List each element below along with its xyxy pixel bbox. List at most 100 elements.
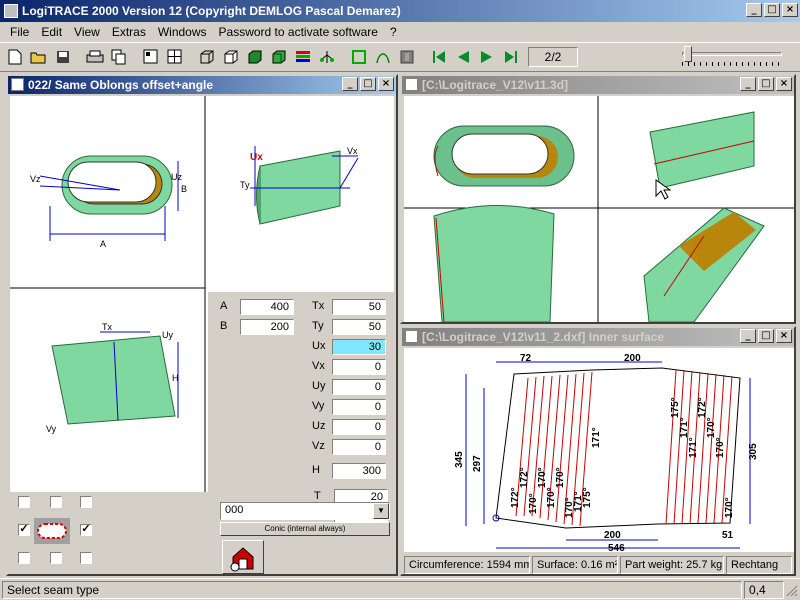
- menu-password[interactable]: Password to activate software: [213, 25, 384, 39]
- box-wire-icon[interactable]: [196, 46, 218, 68]
- seam-check-bottom-mid[interactable]: [50, 552, 62, 564]
- param-panel: A 400 B 200 Tx 50 Ty 50 Ux 30 Vx 0 Uy 0 …: [208, 292, 394, 492]
- front-label-a: A: [100, 239, 106, 249]
- dim-right: 305: [748, 443, 759, 460]
- top-label-h: H: [172, 373, 179, 383]
- top-label-uy: Uy: [162, 330, 173, 340]
- development-canvas: 72 200 200 51 546 345 297 305 172°172°17…: [454, 353, 759, 554]
- cube-green-icon[interactable]: [268, 46, 290, 68]
- minimize-button[interactable]: _: [746, 3, 762, 17]
- tree-icon[interactable]: [316, 46, 338, 68]
- 3d-view-side: [649, 111, 755, 200]
- type-combo[interactable]: 000 ▼: [220, 502, 390, 520]
- gray-box-icon[interactable]: [396, 46, 418, 68]
- left-minimize-button[interactable]: _: [342, 77, 358, 91]
- menu-extras[interactable]: Extras: [106, 25, 152, 39]
- left-maximize-button[interactable]: □: [360, 77, 376, 91]
- first-page-icon[interactable]: [428, 46, 450, 68]
- new-icon[interactable]: [4, 46, 26, 68]
- house-tool-icon[interactable]: [222, 540, 264, 574]
- box-solid-icon[interactable]: [220, 46, 242, 68]
- menu-file[interactable]: File: [4, 25, 35, 39]
- seam-check-top-mid[interactable]: [50, 496, 62, 508]
- param-tx-field[interactable]: 50: [332, 299, 386, 315]
- chevron-down-icon[interactable]: ▼: [373, 503, 389, 519]
- view-single-icon[interactable]: [140, 46, 162, 68]
- palette-icon[interactable]: [292, 46, 314, 68]
- bottom-right-window-title: [C:\Logitrace_V12\v11_2.dxf] Inner surfa…: [422, 330, 665, 344]
- param-uz-field[interactable]: 0: [332, 419, 386, 435]
- top-right-window-titlebar: [C:\Logitrace_V12\v11.3d] _ □ ×: [402, 76, 794, 94]
- resize-grip-icon[interactable]: [786, 585, 798, 597]
- top-right-window: [C:\Logitrace_V12\v11.3d] _ □ ×: [400, 74, 796, 324]
- angle-label-left: 170°: [537, 467, 548, 488]
- seam-check-top-right[interactable]: [80, 496, 92, 508]
- menu-windows[interactable]: Windows: [152, 25, 213, 39]
- angle-label-right: 175°: [670, 397, 681, 418]
- app-title: LogiTRACE 2000 Version 12 (Copyright DEM…: [22, 4, 401, 18]
- seam-check-mid-right[interactable]: ✓: [80, 524, 92, 536]
- copy-icon[interactable]: [108, 46, 130, 68]
- zoom-slider-thumb[interactable]: [684, 46, 692, 62]
- dim-bottom-total: 546: [608, 543, 625, 552]
- bottom-right-window: [C:\Logitrace_V12\v11_2.dxf] Inner surfa…: [400, 326, 796, 576]
- conic-button[interactable]: Conic (internal always): [220, 522, 390, 536]
- dim-top-1: 72: [520, 353, 532, 364]
- curve-icon[interactable]: [372, 46, 394, 68]
- side-view: Ux Vx Ty: [240, 146, 359, 225]
- next-page-icon[interactable]: [476, 46, 498, 68]
- menu-edit[interactable]: Edit: [35, 25, 68, 39]
- prev-page-icon[interactable]: [452, 46, 474, 68]
- seam-check-bottom-left[interactable]: [18, 552, 30, 564]
- angle-label-left: 170°: [528, 493, 539, 514]
- left-close-button[interactable]: ×: [378, 77, 394, 91]
- zoom-slider[interactable]: [682, 46, 782, 66]
- dim-left-1: 345: [454, 451, 465, 468]
- seam-check-bottom-right[interactable]: [80, 552, 92, 564]
- param-uy-field[interactable]: 0: [332, 379, 386, 395]
- frame-icon[interactable]: [348, 46, 370, 68]
- param-vx-field[interactable]: 0: [332, 359, 386, 375]
- front-view: A B Vz Uz: [30, 155, 187, 249]
- param-a-field[interactable]: 400: [240, 299, 294, 315]
- app-title-bar: LogiTRACE 2000 Version 12 (Copyright DEM…: [0, 0, 800, 22]
- last-page-icon[interactable]: [500, 46, 522, 68]
- param-vz-field[interactable]: 0: [332, 439, 386, 455]
- surface-info: Surface: 0.16 m²: [532, 556, 618, 574]
- open-icon[interactable]: [28, 46, 50, 68]
- maximize-button[interactable]: □: [764, 3, 780, 17]
- param-b-field[interactable]: 200: [240, 319, 294, 335]
- angle-label-right: 171°: [679, 417, 690, 438]
- param-ty-field[interactable]: 50: [332, 319, 386, 335]
- bottom-right-maximize-button[interactable]: □: [758, 329, 774, 343]
- seam-check-mid-left[interactable]: ✓: [18, 524, 30, 536]
- param-h-field[interactable]: 300: [332, 463, 386, 479]
- circumference-info: Circumference: 1594 mm: [404, 556, 530, 574]
- param-ux-field[interactable]: 30: [332, 339, 386, 355]
- view-quad-icon[interactable]: [164, 46, 186, 68]
- seam-check-top-left[interactable]: [18, 496, 30, 508]
- menu-view[interactable]: View: [68, 25, 106, 39]
- bottom-right-close-button[interactable]: ×: [776, 329, 792, 343]
- save-icon[interactable]: [52, 46, 74, 68]
- top-right-maximize-button[interactable]: □: [758, 77, 774, 91]
- status-value: 0,4: [744, 581, 784, 599]
- bottom-right-minimize-button[interactable]: _: [740, 329, 756, 343]
- left-window-title: 022/ Same Oblongs offset+angle: [28, 78, 214, 92]
- menu-help[interactable]: ?: [384, 25, 403, 39]
- side-label-ux: Ux: [250, 152, 263, 163]
- top-right-minimize-button[interactable]: _: [740, 77, 756, 91]
- print-icon[interactable]: [84, 46, 106, 68]
- angle-label-left: 175°: [582, 487, 593, 508]
- box-green-icon[interactable]: [244, 46, 266, 68]
- dim-bottom-1: 200: [604, 530, 621, 541]
- left-window-titlebar: 022/ Same Oblongs offset+angle _ □ ×: [8, 76, 396, 94]
- 3d-view-bottom-left: [433, 205, 555, 323]
- top-right-close-button[interactable]: ×: [776, 77, 792, 91]
- window-icon: [11, 78, 24, 91]
- 3d-view-bottom-right: [643, 207, 765, 323]
- window-icon: [405, 78, 418, 91]
- seam-oblong-icon[interactable]: [34, 518, 70, 544]
- close-button[interactable]: ×: [782, 3, 798, 17]
- param-vy-field[interactable]: 0: [332, 399, 386, 415]
